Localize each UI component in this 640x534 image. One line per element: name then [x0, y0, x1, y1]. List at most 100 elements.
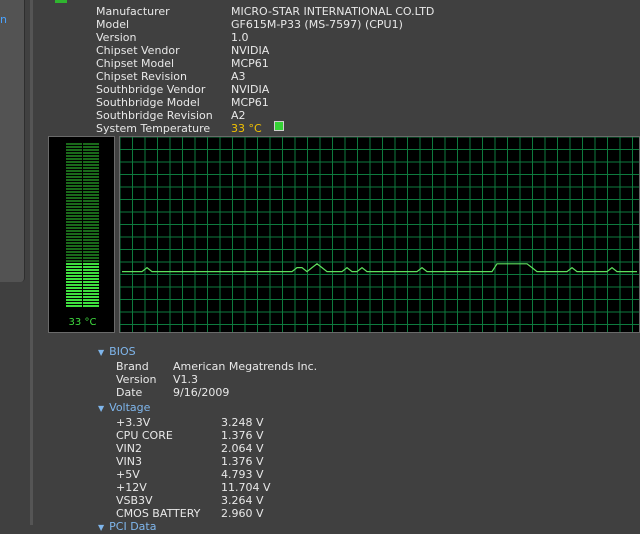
meter-segment — [83, 230, 99, 232]
meter-segment — [66, 272, 82, 274]
chipset-revision-label: Chipset Revision — [96, 70, 187, 83]
meter-segment — [66, 146, 82, 148]
chipset-vendor-label: Chipset Vendor — [96, 44, 180, 57]
manufacturer-label: Manufacturer — [96, 5, 170, 18]
meter-segment — [66, 170, 82, 172]
temperature-history-graph — [119, 136, 640, 333]
meter-segment — [66, 302, 82, 304]
meter-segment — [83, 191, 99, 193]
meter-segment — [66, 230, 82, 232]
meter-segment — [83, 203, 99, 205]
meter-segment — [66, 212, 82, 214]
voltage-vsb3v-value: 3.264 V — [221, 494, 264, 507]
meter-segment — [66, 236, 82, 238]
meter-segment — [66, 203, 82, 205]
meter-segment — [66, 239, 82, 241]
collapse-arrow-icon[interactable]: ▼ — [98, 404, 104, 413]
chipset-model-value: MCP61 — [231, 57, 269, 70]
meter-segment — [66, 290, 82, 292]
meter-segment — [66, 191, 82, 193]
meter-segment — [66, 215, 82, 217]
bios-version-value: V1.3 — [173, 373, 199, 386]
voltage-12v-value: 11.704 V — [221, 481, 271, 494]
meter-segment — [66, 287, 82, 289]
meter-segment — [83, 278, 99, 280]
meter-segment — [83, 149, 99, 151]
version-value: 1.0 — [231, 31, 249, 44]
collapse-arrow-icon[interactable]: ▼ — [98, 348, 104, 357]
meter-segment — [66, 197, 82, 199]
meter-segment — [83, 224, 99, 226]
voltage-33v-value: 3.248 V — [221, 416, 264, 429]
meter-segment — [83, 290, 99, 292]
meter-segment — [83, 284, 99, 286]
meter-segment — [83, 218, 99, 220]
meter-segment — [83, 197, 99, 199]
meter-segment — [66, 299, 82, 301]
meter-segment — [66, 206, 82, 208]
left-panel-text[interactable]: n — [0, 13, 7, 27]
meter-segment — [66, 179, 82, 181]
meter-segment — [83, 170, 99, 172]
meter-segment — [83, 194, 99, 196]
model-label: Model — [96, 18, 130, 31]
voltage-vin2-label: VIN2 — [116, 442, 142, 455]
voltage-section-header[interactable]: ▼ Voltage — [98, 401, 150, 415]
meter-segment — [83, 272, 99, 274]
meter-segment — [66, 224, 82, 226]
meter-segment — [66, 248, 82, 250]
voltage-vsb3v-label: VSB3V — [116, 494, 153, 507]
meter-segment — [66, 218, 82, 220]
temperature-history-chart — [120, 137, 639, 332]
meter-segment — [66, 158, 82, 160]
bios-section-header[interactable]: ▼ BIOS — [98, 345, 136, 359]
meter-segment — [66, 173, 82, 175]
meter-segment — [83, 281, 99, 283]
left-panel: n — [0, 0, 25, 282]
voltage-5v-value: 4.793 V — [221, 468, 264, 481]
meter-segment — [66, 200, 82, 202]
meter-segment — [83, 173, 99, 175]
meter-segment — [83, 302, 99, 304]
meter-segment — [83, 251, 99, 253]
meter-segment — [83, 161, 99, 163]
meter-segment — [83, 269, 99, 271]
bios-version-label: Version — [116, 373, 157, 386]
meter-segment — [66, 281, 82, 283]
meter-segment — [83, 233, 99, 235]
meter-segment — [66, 161, 82, 163]
temperature-meter-bar-left — [66, 143, 82, 307]
meter-segment — [66, 164, 82, 166]
system-temperature-value: 33 °C — [231, 122, 262, 135]
meter-segment — [83, 221, 99, 223]
meter-segment — [66, 152, 82, 154]
meter-segment — [66, 188, 82, 190]
meter-segment — [66, 251, 82, 253]
meter-segment — [83, 158, 99, 160]
meter-segment — [83, 254, 99, 256]
voltage-cpu-core-label: CPU CORE — [116, 429, 173, 442]
meter-segment — [66, 278, 82, 280]
voltage-cmos-battery-label: CMOS BATTERY — [116, 507, 201, 520]
meter-segment — [66, 245, 82, 247]
meter-segment — [83, 152, 99, 154]
chipset-vendor-value: NVIDIA — [231, 44, 270, 57]
meter-segment — [83, 176, 99, 178]
bios-brand-label: Brand — [116, 360, 149, 373]
meter-segment — [66, 149, 82, 151]
temperature-meter-bar-right — [83, 143, 99, 307]
meter-segment — [66, 209, 82, 211]
meter-segment — [83, 263, 99, 265]
pci-section-header[interactable]: ▼ PCI Data — [98, 520, 156, 534]
collapse-arrow-icon[interactable]: ▼ — [98, 523, 104, 532]
meter-segment — [83, 245, 99, 247]
meter-segment — [83, 305, 99, 307]
meter-segment — [83, 242, 99, 244]
meter-segment — [66, 185, 82, 187]
meter-segment — [83, 206, 99, 208]
meter-segment — [66, 242, 82, 244]
southbridge-model-label: Southbridge Model — [96, 96, 200, 109]
model-value: GF615M-P33 (MS-7597) (CPU1) — [231, 18, 403, 31]
meter-segment — [83, 155, 99, 157]
left-scrollbar[interactable] — [30, 0, 33, 525]
